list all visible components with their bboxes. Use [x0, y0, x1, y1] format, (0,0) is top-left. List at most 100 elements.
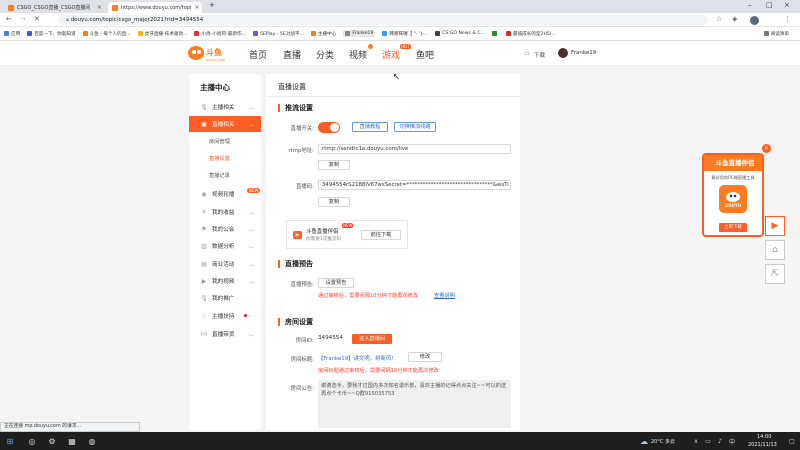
film-icon: ▶ — [201, 277, 207, 285]
bookmark-label: 韩哪阵喔【 "- ')-... — [389, 31, 429, 37]
douyu-logo[interactable]: 斗鱼 DOUYU.COM — [186, 44, 228, 63]
bookmark-label: CS:GO News & C... — [442, 31, 485, 36]
bookmark-item[interactable] — [491, 31, 499, 36]
clock-time: 14:00 — [757, 434, 772, 440]
star-icon[interactable]: ☆ — [716, 15, 722, 23]
gift-icon: ▤ — [201, 260, 207, 268]
back-icon[interactable]: ← — [6, 15, 12, 23]
live-float-icon[interactable]: ▶ — [765, 216, 785, 236]
home-float-icon[interactable]: ⌂ — [765, 240, 785, 260]
close-promo-icon[interactable]: × — [762, 144, 771, 153]
bookmark-item[interactable]: 百度一下，你就知道 — [27, 31, 76, 37]
copy-rtmp-button[interactable]: 复制 — [318, 160, 350, 170]
page-icon — [505, 31, 511, 36]
copy-code-button[interactable]: 复制 — [318, 197, 350, 207]
app-icon[interactable]: ▦ — [66, 435, 78, 447]
5e-icon — [252, 31, 258, 36]
close-tab-icon[interactable]: × — [94, 4, 102, 11]
extensions-icon[interactable]: ◈ — [732, 15, 737, 23]
download-icon[interactable]: ▭ — [524, 50, 530, 57]
sidebar-item-business[interactable]: ▤ 商业活动 ︿ — [189, 256, 261, 272]
tray-chevron-icon[interactable]: ∧ — [690, 435, 702, 447]
bookmark-label: 应用 — [11, 31, 21, 37]
chart-icon: ▥ — [201, 242, 207, 250]
sidebar-item-support[interactable]: ♢ 主播扶持 — [189, 308, 261, 324]
bookmark-item[interactable]: CS:GO News & C... — [435, 31, 485, 36]
csgo-icon[interactable]: ◍ — [86, 435, 98, 447]
view-instructions-link[interactable]: 查看说明 — [434, 292, 455, 299]
browser-tab-inactive[interactable]: CSGO_CSGO直播_CSGO直播间 × — [4, 2, 106, 13]
bookmark-apps[interactable]: 应用 — [4, 31, 20, 37]
address-toolbar: ← → ✕ 🔒︎ douyu.com/topic/csgo_major2021?… — [0, 13, 800, 27]
nav-home[interactable]: 首页 — [249, 48, 267, 61]
steam-icon[interactable]: ⚙ — [46, 435, 58, 447]
sidebar-item-earnings[interactable]: ¥ 我的收益 ︿ — [189, 204, 261, 220]
close-tab-icon[interactable]: × — [191, 4, 199, 11]
nav-category[interactable]: 分类 — [316, 48, 334, 61]
bookmark-item[interactable]: 虎牙直播-技术驱动... — [137, 31, 187, 37]
sidebar-item-commerce[interactable]: 👍︎ 直播带货 ︿ — [189, 326, 261, 342]
modify-title-button[interactable]: 修改 — [408, 352, 442, 362]
chevron-down-icon[interactable]: ▾ — [594, 50, 597, 56]
bookmark-label: 斗鱼 - 每个人的直... — [89, 31, 131, 37]
new-badge: NEW — [247, 188, 261, 193]
sidebar-item-guild[interactable]: ⚑ 我的公会 ︿ — [189, 221, 261, 237]
chrome-icon[interactable]: ◎ — [26, 435, 38, 447]
reading-list[interactable]: 阅读清单 — [763, 31, 789, 37]
new-tab-button[interactable]: + — [209, 1, 215, 9]
sidebar-item-live[interactable]: ▣ 直播相关 ︿ — [189, 116, 261, 132]
app-subtitle: 你需要1次推流码 — [306, 237, 342, 242]
rtmp-field[interactable]: rtmp://sendtc1a.douyu.com/live — [318, 144, 511, 154]
bookmark-item[interactable]: 韩哪阵喔【 "- ')-... — [382, 31, 428, 37]
nav-video[interactable]: 视频 — [349, 48, 367, 61]
stream-code-field[interactable]: 3494554rS2188IV67wsSecret=**************… — [318, 180, 511, 190]
bookmark-item[interactable]: 5EPlay - 5E对战平... — [252, 31, 304, 37]
sidebar-item-analytics[interactable]: ▥ 数据分析 ︿ — [189, 238, 261, 254]
stream-switch-toggle[interactable] — [318, 122, 340, 133]
switch-line-button[interactable]: 切换推流线路 — [394, 122, 436, 132]
stop-icon[interactable]: ✕ — [34, 15, 40, 23]
sidebar-item-video-carousel[interactable]: ◉ 视频轮播 NEW — [189, 186, 261, 202]
maximize-icon[interactable]: □ — [766, 1, 773, 9]
bookmark-label: 主播中心 — [317, 31, 337, 37]
sidebar-sub-live-settings[interactable]: 直播设置 — [209, 155, 230, 162]
profile-avatar[interactable] — [750, 16, 759, 25]
room-notice-textarea[interactable]: 谢谢选手，要我才过国内多次知名退乐部，喜欢主播的记得点点关注~~可以的送再点个卡… — [318, 380, 511, 428]
download-link[interactable]: 下载 — [534, 51, 545, 59]
nav-game[interactable]: 游戏 — [382, 48, 400, 61]
set-preview-button[interactable]: 设置预告 — [318, 278, 354, 288]
volume-icon[interactable]: ♪ — [714, 435, 726, 447]
bookmark-item[interactable]: 斗鱼 - 每个人的直... — [82, 31, 131, 37]
support-icon: ♢ — [201, 312, 207, 320]
nav-live[interactable]: 直播 — [283, 48, 301, 61]
reading-list-icon — [763, 31, 769, 36]
close-window-icon[interactable]: × — [784, 1, 790, 9]
username[interactable]: Franke19 — [571, 50, 596, 56]
tutorial-button[interactable]: 直播教程 — [352, 122, 388, 132]
sidebar-item-anchor[interactable]: 🎙︎ 主播相关 ︿ — [189, 99, 261, 115]
sidebar-sub-room-manage[interactable]: 房间管理 — [209, 138, 230, 145]
sidebar-sub-live-records[interactable]: 直播记录 — [209, 172, 230, 179]
bookmark-item[interactable]: 小尚-小尚阿-最新作... — [194, 31, 246, 37]
promo-download-button[interactable]: 立即下载 — [719, 223, 747, 232]
minimize-icon[interactable]: – — [748, 1, 752, 9]
bookmark-item[interactable]: Franke19 — [343, 30, 376, 37]
notification-icon[interactable]: ▢ — [786, 435, 798, 447]
ime-icon[interactable]: 中 — [726, 435, 738, 447]
nav-fishbar[interactable]: 鱼吧 — [416, 48, 434, 61]
bookmark-item[interactable]: 主播中心 — [310, 31, 337, 37]
enter-room-button[interactable]: 进入直播间 — [352, 334, 392, 344]
user-avatar[interactable] — [558, 48, 568, 58]
download-app-button[interactable]: 前往下载 — [361, 230, 401, 240]
sidebar-item-promotion[interactable]: 🎙︎ 我的推广 — [189, 290, 261, 306]
back-to-top-icon[interactable]: ⇱ — [765, 264, 785, 284]
windows-start-icon[interactable]: ⊞ — [4, 435, 16, 447]
forward-icon[interactable]: → — [20, 15, 26, 23]
bookmark-item[interactable]: 最诚成长的型2H5I... — [505, 31, 556, 37]
companion-promo-card[interactable]: 斗鱼直播伴侣 最好用的PC端直播工具 DOUYU 立即下载 — [702, 153, 764, 237]
menu-icon[interactable]: ⋮ — [784, 15, 791, 23]
url-input[interactable]: 🔒︎ douyu.com/topic/csgo_major2021?rid=34… — [58, 15, 708, 25]
sidebar-item-my-videos[interactable]: ▶ 我的视频 ︿ — [189, 273, 261, 289]
browser-tab-active[interactable]: https://www.douyu.com/topi × — [108, 2, 202, 13]
network-icon[interactable]: ▭ — [702, 435, 714, 447]
